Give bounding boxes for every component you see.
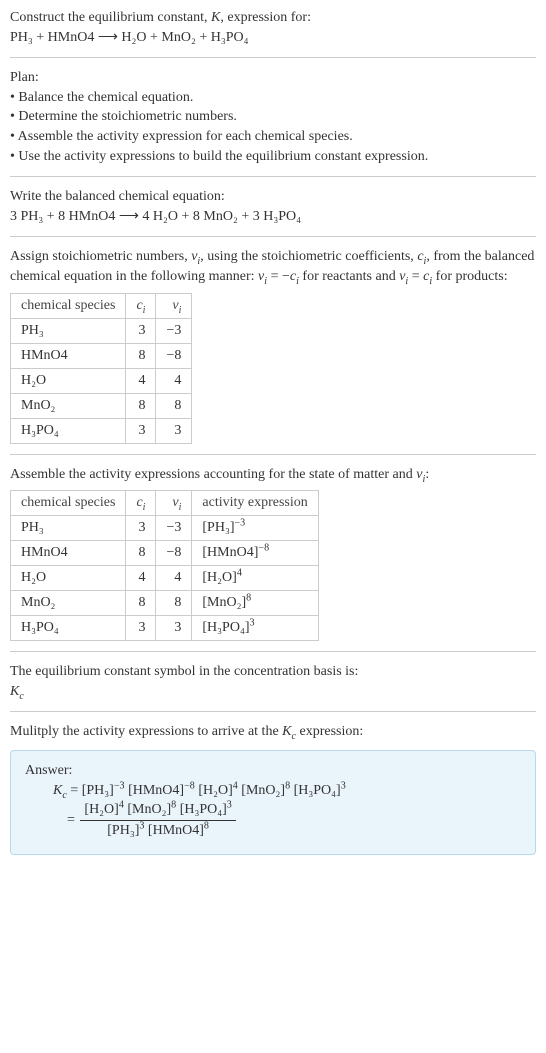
v-cell: 4 [156, 368, 192, 393]
v-cell: −8 [156, 343, 192, 368]
multiply-text: Mulitply the activity expressions to arr… [10, 722, 536, 742]
table-row: MnO₂ 8 8 [MnO₂]8 [11, 591, 319, 616]
fraction: [H₂O]4 [MnO₂]8 [H₃PO₄]3 [PH₃]3 [HMnO4]8 [80, 800, 235, 840]
balanced-block: Write the balanced chemical equation: 3 … [10, 187, 536, 226]
fraction-denominator: [PH₃]3 [HMnO4]8 [80, 821, 235, 841]
divider [10, 176, 536, 177]
table-header: ci [126, 293, 156, 318]
divider [10, 651, 536, 652]
table-header-row: chemical species ci νi [11, 293, 192, 318]
answer-content: Kc = [PH₃]−3 [HMnO4]−8 [H₂O]4 [MnO₂]8 [H… [53, 781, 521, 841]
balanced-heading: Write the balanced chemical equation: [10, 187, 536, 207]
answer-label: Answer: [25, 761, 521, 781]
c-cell: 3 [126, 318, 156, 343]
kc-symbol-block: The equilibrium constant symbol in the c… [10, 662, 536, 701]
table-header: chemical species [11, 491, 126, 516]
table-header: νi [156, 293, 192, 318]
c-cell: 4 [126, 368, 156, 393]
plan-item: • Balance the chemical equation. [10, 88, 536, 108]
species-cell: H₃PO₄ [11, 418, 126, 443]
v-cell: 8 [156, 393, 192, 418]
plan-block: Plan: • Balance the chemical equation. •… [10, 68, 536, 166]
plan-item: • Use the activity expressions to build … [10, 147, 536, 167]
stoich-text: Assign stoichiometric numbers, νi, using… [10, 247, 536, 286]
v-cell: −3 [156, 318, 192, 343]
activity-cell: [MnO₂]8 [192, 591, 318, 616]
species-cell: H₂O [11, 368, 126, 393]
plan-heading: Plan: [10, 68, 536, 88]
c-cell: 8 [126, 591, 156, 616]
plan-item: • Assemble the activity expression for e… [10, 127, 536, 147]
activity-block: Assemble the activity expressions accoun… [10, 465, 536, 642]
stoich-table: chemical species ci νi PH₃ 3 −3 HMnO4 8 … [10, 293, 192, 444]
v-cell: 3 [156, 616, 192, 641]
table-header: νi [156, 491, 192, 516]
table-row: H₃PO₄ 3 3 [H₃PO₄]3 [11, 616, 319, 641]
intro-equation: PH₃ + HMnO4 ⟶ H₂O + MnO₂ + H₃PO₄ [10, 28, 536, 48]
species-cell: HMnO4 [11, 541, 126, 566]
table-row: H₂O 4 4 [11, 368, 192, 393]
species-cell: H₃PO₄ [11, 616, 126, 641]
divider [10, 236, 536, 237]
divider [10, 454, 536, 455]
c-cell: 3 [126, 516, 156, 541]
fraction-numerator: [H₂O]4 [MnO₂]8 [H₃PO₄]3 [80, 800, 235, 821]
species-cell: HMnO4 [11, 343, 126, 368]
divider [10, 711, 536, 712]
stoich-text-block: Assign stoichiometric numbers, νi, using… [10, 247, 536, 443]
table-row: MnO₂ 8 8 [11, 393, 192, 418]
c-cell: 4 [126, 566, 156, 591]
table-row: H₃PO₄ 3 3 [11, 418, 192, 443]
kc-expression-line2: = [H₂O]4 [MnO₂]8 [H₃PO₄]3 [PH₃]3 [HMnO4]… [67, 800, 521, 840]
kc-expression-line1: Kc = [PH₃]−3 [HMnO4]−8 [H₂O]4 [MnO₂]8 [H… [53, 781, 521, 801]
multiply-block: Mulitply the activity expressions to arr… [10, 722, 536, 855]
species-cell: PH₃ [11, 516, 126, 541]
table-header: chemical species [11, 293, 126, 318]
activity-table: chemical species ci νi activity expressi… [10, 490, 319, 641]
c-cell: 8 [126, 393, 156, 418]
answer-box: Answer: Kc = [PH₃]−3 [HMnO4]−8 [H₂O]4 [M… [10, 750, 536, 855]
v-cell: −3 [156, 516, 192, 541]
activity-text: Assemble the activity expressions accoun… [10, 465, 536, 485]
intro-line-1: Construct the equilibrium constant, K, e… [10, 8, 536, 28]
table-header: ci [126, 491, 156, 516]
plan-item: • Determine the stoichiometric numbers. [10, 107, 536, 127]
activity-cell: [HMnO4]−8 [192, 541, 318, 566]
table-row: PH₃ 3 −3 [11, 318, 192, 343]
table-row: HMnO4 8 −8 [HMnO4]−8 [11, 541, 319, 566]
v-cell: 4 [156, 566, 192, 591]
table-row: HMnO4 8 −8 [11, 343, 192, 368]
kc-symbol-text: The equilibrium constant symbol in the c… [10, 662, 536, 682]
balanced-equation: 3 PH₃ + 8 HMnO4 ⟶ 4 H₂O + 8 MnO₂ + 3 H₃P… [10, 207, 536, 227]
c-cell: 3 [126, 616, 156, 641]
c-cell: 8 [126, 343, 156, 368]
activity-cell: [PH₃]−3 [192, 516, 318, 541]
table-header-row: chemical species ci νi activity expressi… [11, 491, 319, 516]
species-cell: H₂O [11, 566, 126, 591]
c-cell: 8 [126, 541, 156, 566]
species-cell: PH₃ [11, 318, 126, 343]
table-row: PH₃ 3 −3 [PH₃]−3 [11, 516, 319, 541]
v-cell: 8 [156, 591, 192, 616]
intro-block: Construct the equilibrium constant, K, e… [10, 8, 536, 47]
document-page: Construct the equilibrium constant, K, e… [0, 0, 546, 885]
species-cell: MnO₂ [11, 591, 126, 616]
divider [10, 57, 536, 58]
table-header: activity expression [192, 491, 318, 516]
activity-cell: [H₃PO₄]3 [192, 616, 318, 641]
table-row: H₂O 4 4 [H₂O]4 [11, 566, 319, 591]
v-cell: 3 [156, 418, 192, 443]
species-cell: MnO₂ [11, 393, 126, 418]
activity-cell: [H₂O]4 [192, 566, 318, 591]
c-cell: 3 [126, 418, 156, 443]
kc-symbol: Kc [10, 682, 536, 702]
v-cell: −8 [156, 541, 192, 566]
